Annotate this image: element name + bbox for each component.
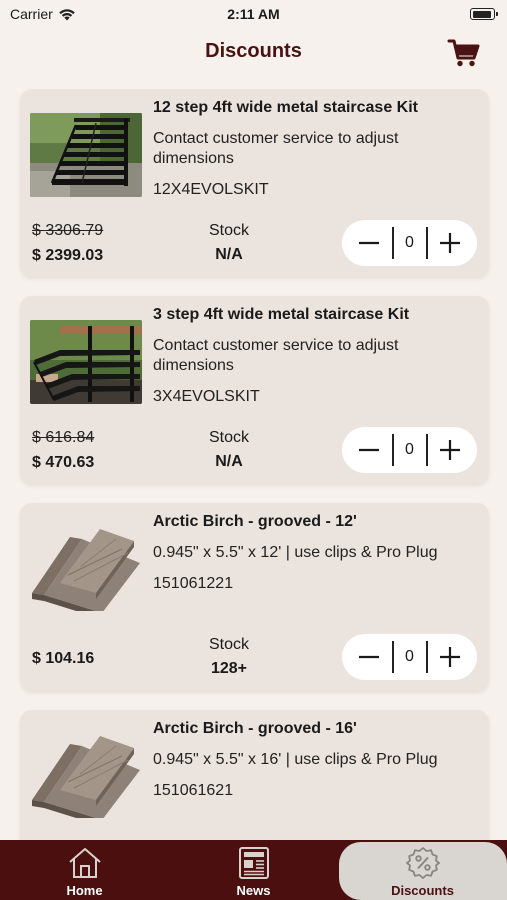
stock-value: 128+ [210,660,248,677]
product-description: Contact customer service to adjust dimen… [153,130,399,167]
stock-label: Stock [208,636,249,653]
product-card[interactable]: Arctic Birch - grooved - 16' 0.945" x 5.… [20,710,489,840]
product-sku: 151061221 [153,575,234,592]
quantity-stepper[interactable]: 0 [342,220,477,266]
tab-home[interactable]: Home [0,840,169,900]
discount-badge-icon [405,847,440,879]
plus-icon [440,233,460,253]
stock-info: Stock N/A [179,429,279,471]
tab-news[interactable]: News [169,840,338,900]
original-price: $ 3306.79 [32,222,104,239]
product-image [30,734,142,818]
product-image [30,320,142,404]
staircase-photo [30,113,142,197]
decrement-button[interactable] [346,220,392,266]
product-title[interactable]: 12 step 4ft wide metal staircase Kit [153,99,418,117]
product-description: Contact customer service to adjust dimen… [153,337,399,374]
page-title: Discounts [205,40,302,62]
stock-info: Stock 128+ [179,636,279,678]
product-card[interactable]: 12 step 4ft wide metal staircase Kit Con… [20,89,489,277]
product-sku: 3X4EVOLSKIT [153,388,260,405]
quantity-stepper[interactable]: 0 [342,427,477,473]
stock-label: Stock [208,222,249,239]
product-title[interactable]: Arctic Birch - grooved - 12' [153,513,357,531]
cart-button[interactable] [447,38,481,68]
discounted-price: $ 2399.03 [32,247,104,264]
product-list[interactable]: 12 step 4ft wide metal staircase Kit Con… [0,80,507,840]
stock-value: N/A [215,453,243,470]
product-title[interactable]: Arctic Birch - grooved - 16' [153,720,357,738]
original-price: $ 616.84 [32,429,95,446]
product-description: 0.945" x 5.5" x 16' | use clips & Pro Pl… [153,751,438,768]
stock-info: Stock N/A [179,222,279,264]
decrement-button[interactable] [346,634,392,680]
decking-boards [30,527,142,611]
tab-label: News [236,883,271,898]
tab-label: Discounts [391,883,454,898]
quantity-value[interactable]: 0 [394,441,425,459]
quantity-value[interactable]: 0 [394,234,425,252]
increment-button[interactable] [427,220,473,266]
discounted-price: $ 470.63 [32,454,95,471]
product-image [30,113,142,197]
product-sku: 151061621 [153,782,234,799]
battery-icon [470,8,498,20]
product-sku: 12X4EVOLSKIT [153,181,269,198]
cart-icon [447,39,480,67]
plus-icon [440,647,460,667]
product-image [30,527,142,611]
staircase-photo [30,320,142,404]
quantity-stepper[interactable]: 0 [342,634,477,680]
status-bar: Carrier 2:11 AM [0,0,507,28]
price: $ 104.16 [32,650,95,667]
newspaper-icon [238,847,269,879]
decrement-button[interactable] [346,427,392,473]
tab-bar: Home News Discounts [0,840,507,900]
product-card[interactable]: 3 step 4ft wide metal staircase Kit Cont… [20,296,489,484]
increment-button[interactable] [427,427,473,473]
navigation-bar: Discounts [0,28,507,80]
tab-discounts[interactable]: Discounts [338,840,507,900]
product-description: 0.945" x 5.5" x 12' | use clips & Pro Pl… [153,544,438,561]
quantity-value[interactable]: 0 [394,648,425,666]
increment-button[interactable] [427,634,473,680]
minus-icon [359,655,379,659]
stock-value: N/A [215,246,243,263]
product-card[interactable]: Arctic Birch - grooved - 12' 0.945" x 5.… [20,503,489,691]
minus-icon [359,448,379,452]
house-icon [68,848,101,878]
product-title[interactable]: 3 step 4ft wide metal staircase Kit [153,306,409,324]
plus-icon [440,440,460,460]
battery-level [472,10,491,18]
minus-icon [359,241,379,245]
tab-label: Home [66,883,103,898]
stock-label: Stock [208,429,249,446]
clock: 2:11 AM [227,6,280,22]
decking-boards [30,734,142,818]
